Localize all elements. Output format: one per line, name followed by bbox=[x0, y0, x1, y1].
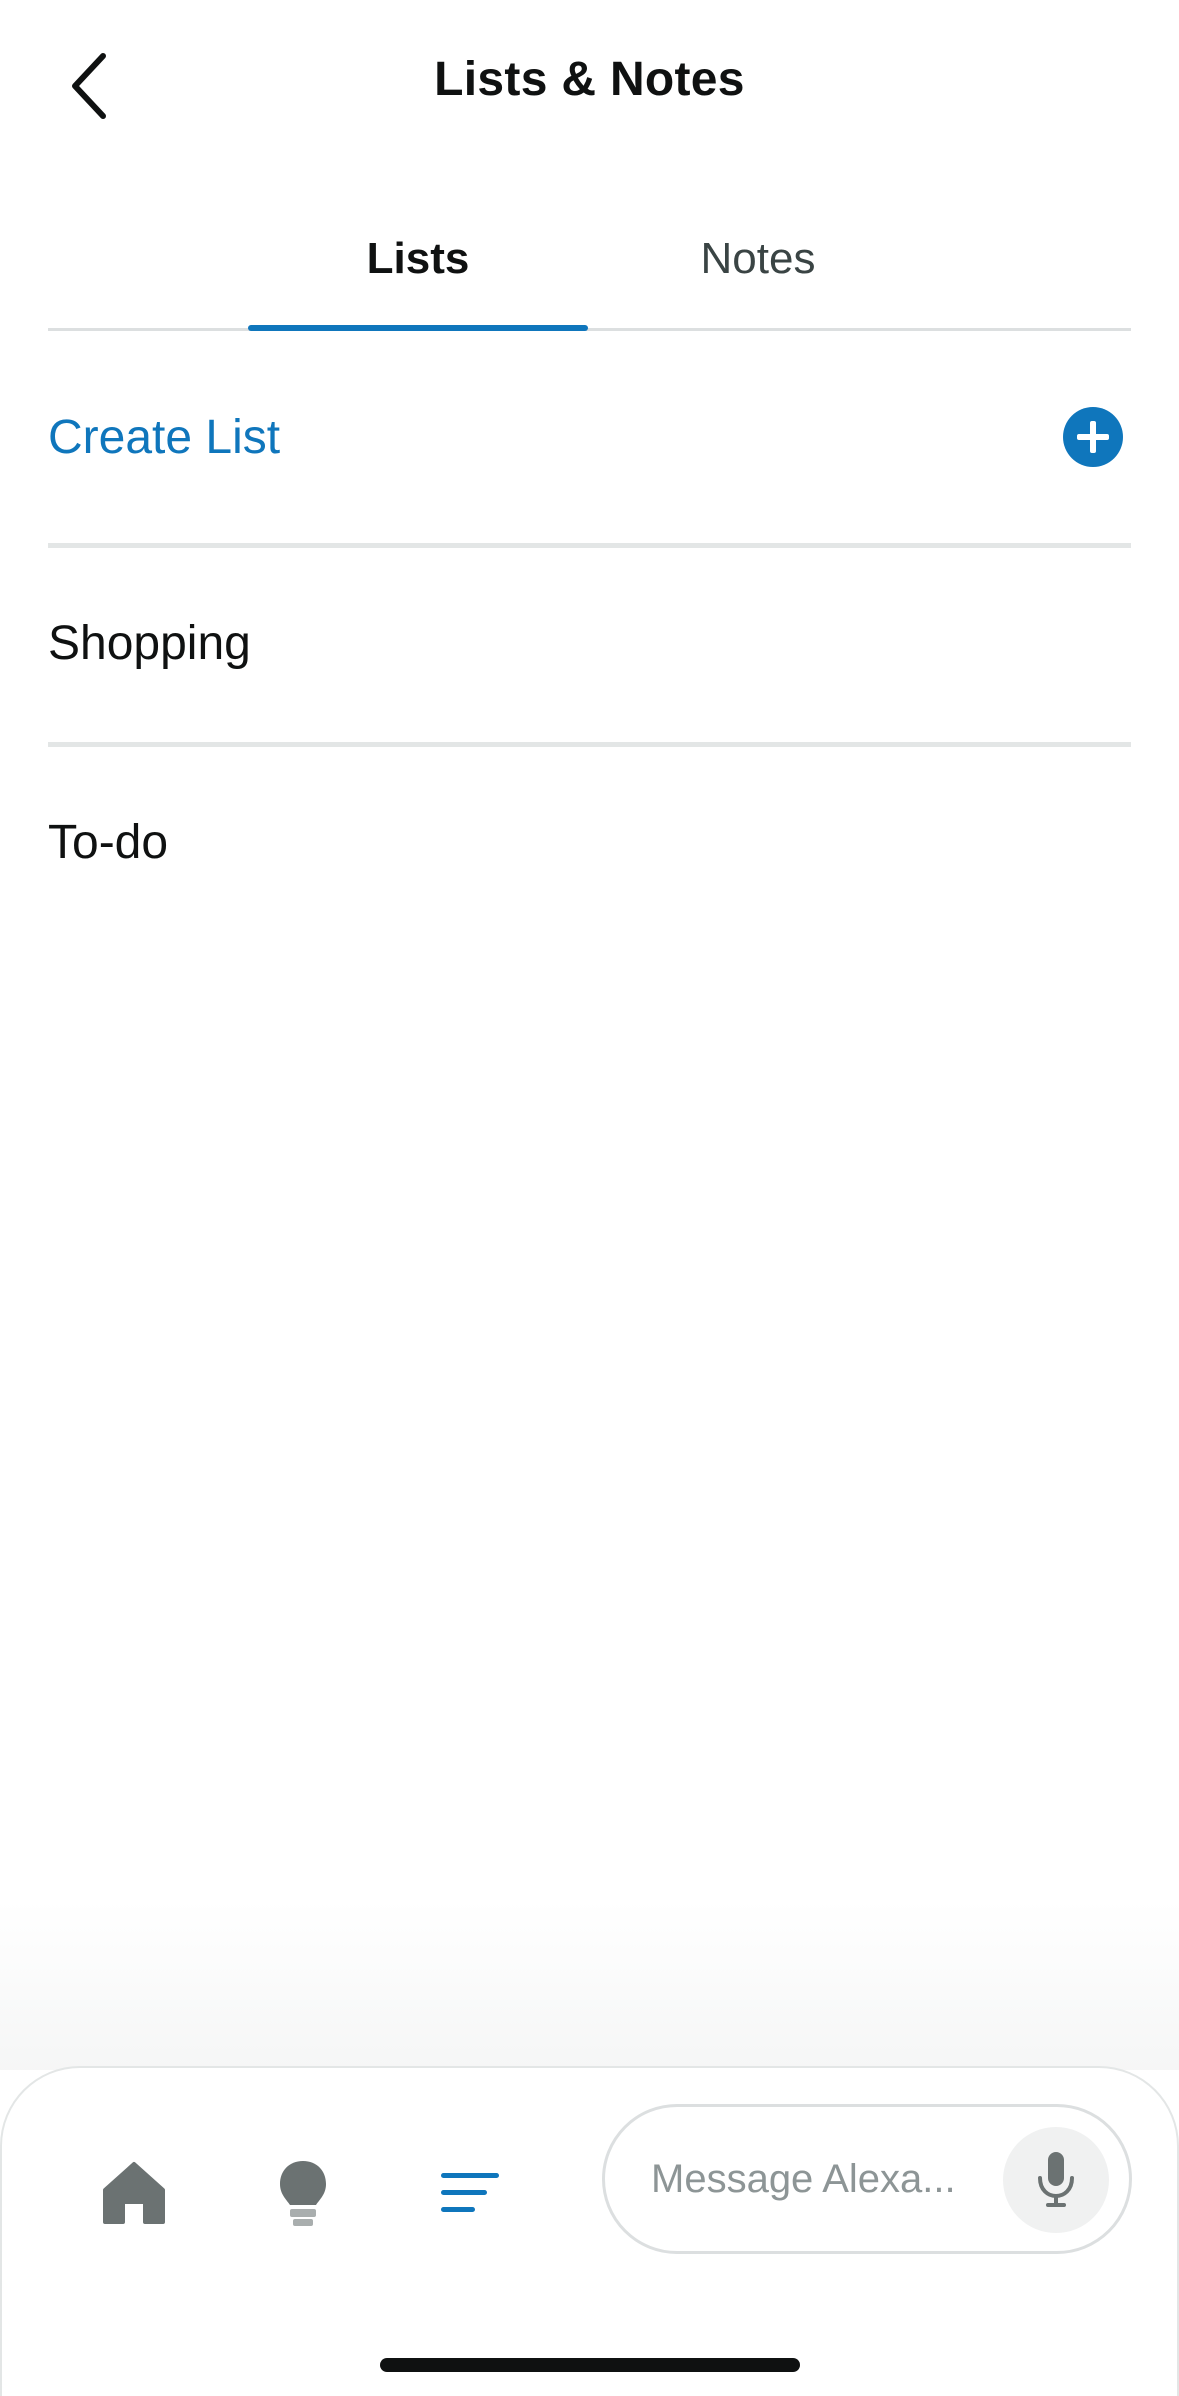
nav-lists-button[interactable] bbox=[415, 2138, 525, 2248]
home-icon bbox=[103, 2162, 165, 2224]
create-list-label: Create List bbox=[48, 410, 281, 464]
nav-home-button[interactable] bbox=[79, 2138, 189, 2248]
nav-lightbulb-button[interactable] bbox=[248, 2138, 358, 2248]
plus-circle-icon[interactable] bbox=[1063, 407, 1123, 467]
message-alexa-input[interactable]: Message Alexa... bbox=[602, 2104, 1132, 2254]
home-indicator bbox=[380, 2358, 800, 2372]
list-item-label: Shopping bbox=[48, 616, 251, 670]
lists-icon bbox=[441, 2173, 499, 2212]
tab-bar: Lists Notes bbox=[48, 190, 1131, 331]
header: Lists & Notes bbox=[0, 0, 1179, 170]
list-item-to-do[interactable]: To-do bbox=[48, 747, 1131, 937]
microphone-button[interactable] bbox=[1003, 2127, 1109, 2233]
tab-lists[interactable]: Lists bbox=[248, 190, 588, 328]
bottom-fade bbox=[0, 1900, 1179, 2070]
message-placeholder: Message Alexa... bbox=[651, 2156, 956, 2201]
bottom-nav-bar: Message Alexa... bbox=[0, 2066, 1179, 2396]
list-item-label: To-do bbox=[48, 815, 169, 869]
page-title: Lists & Notes bbox=[434, 53, 745, 106]
tab-notes[interactable]: Notes bbox=[588, 190, 928, 328]
list-item-shopping[interactable]: Shopping bbox=[48, 548, 1131, 738]
microphone-icon bbox=[1038, 2152, 1074, 2207]
lightbulb-icon bbox=[280, 2161, 326, 2226]
create-list-row[interactable]: Create List bbox=[48, 331, 1131, 543]
